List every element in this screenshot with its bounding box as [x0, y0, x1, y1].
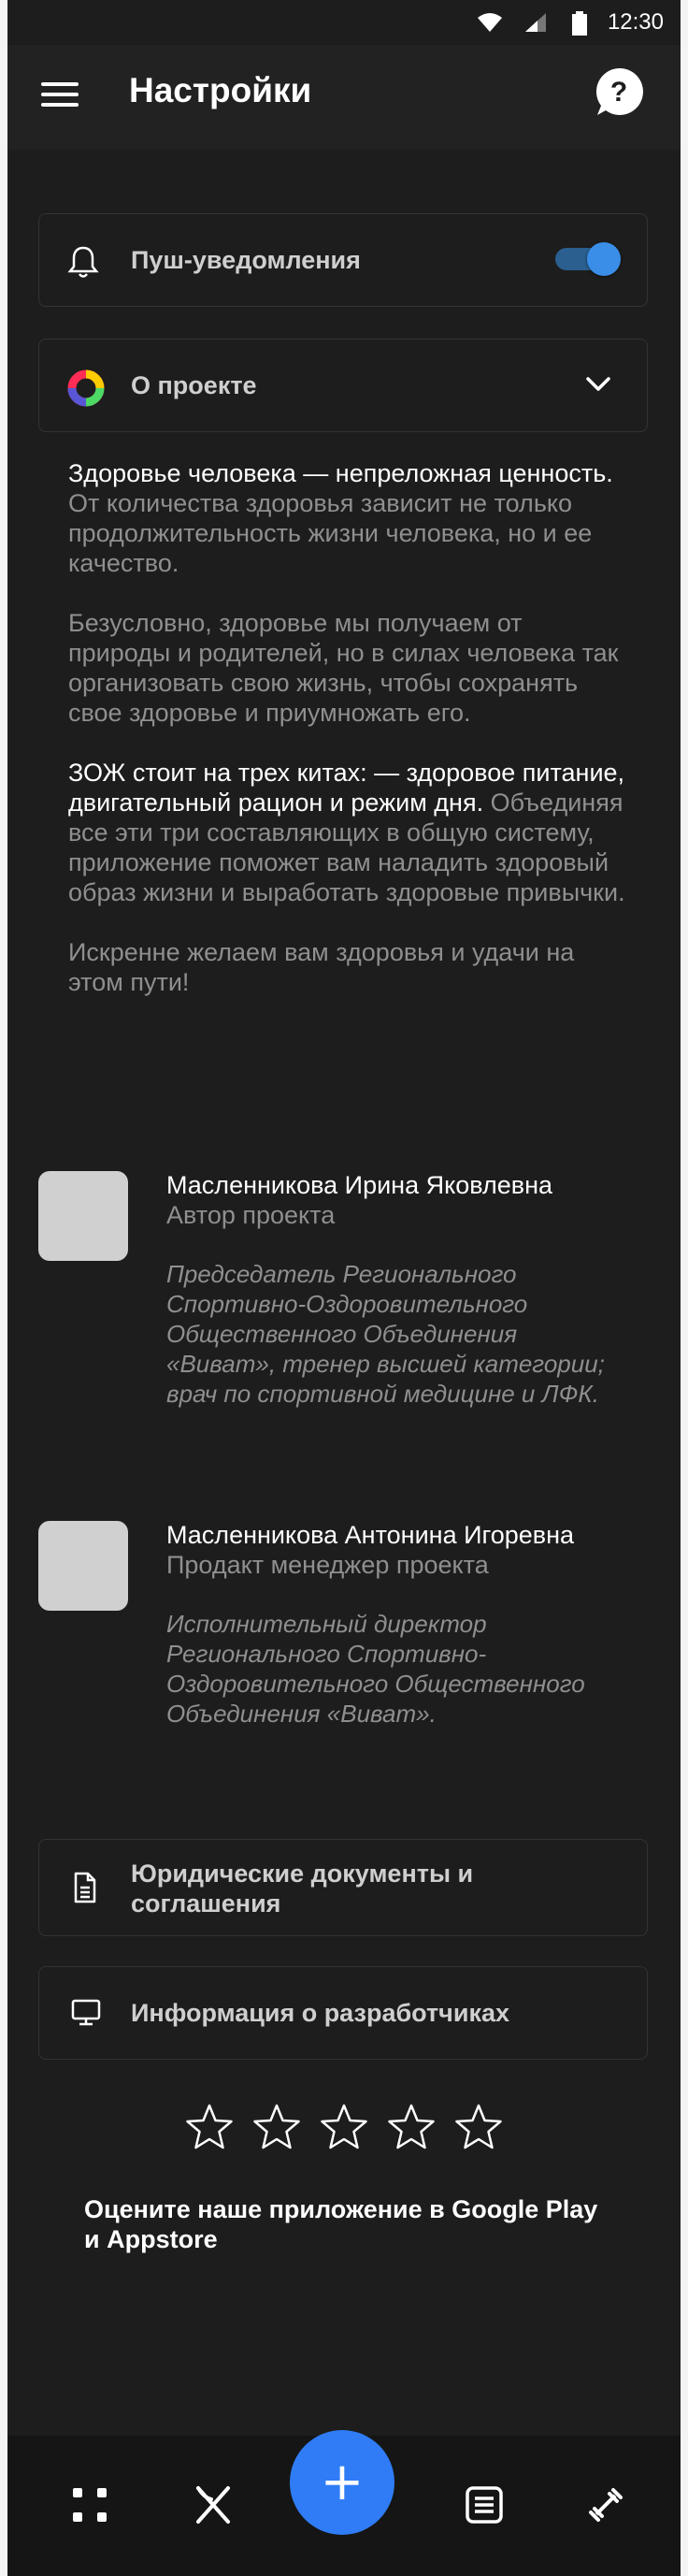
- dumbbell-icon[interactable]: [583, 2482, 628, 2527]
- status-bar: 12:30: [7, 0, 681, 45]
- wifi-icon: [478, 13, 502, 32]
- avatar: [38, 1521, 128, 1611]
- bell-icon: [67, 246, 99, 278]
- signal-icon: [525, 13, 546, 32]
- team-member-name: Масленникова Антонина Игоревна: [166, 1521, 575, 1549]
- push-notifications-row[interactable]: Пуш-уведомления: [38, 213, 648, 307]
- notes-icon[interactable]: [462, 2482, 507, 2527]
- help-icon[interactable]: ?: [593, 65, 645, 118]
- about-project-row[interactable]: О проекте: [38, 339, 648, 432]
- svg-text:?: ?: [610, 77, 627, 108]
- push-notifications-toggle[interactable]: [555, 242, 621, 276]
- team-member-description: Исполнительный директор Регионального Сп…: [166, 1610, 585, 1728]
- about-text: Здоровье человека — непреложная ценность…: [68, 458, 629, 1027]
- status-time: 12:30: [607, 9, 664, 35]
- developers-info-label: Информация о разработчиках: [131, 1999, 509, 2027]
- team-member-description: Председатель Регионального Спортивно-Озд…: [166, 1260, 605, 1408]
- add-button[interactable]: +: [290, 2430, 394, 2535]
- legal-documents-link[interactable]: Юридические документы и соглашения: [38, 1839, 648, 1936]
- developers-info-link[interactable]: Информация о разработчиках: [38, 1966, 648, 2060]
- hamburger-menu-icon[interactable]: [41, 82, 79, 112]
- star-icon[interactable]: [251, 2103, 302, 2153]
- document-icon: [74, 1872, 96, 1903]
- phone-screen: 12:30 Настройки ? Пуш-уведомления О прое…: [7, 0, 681, 2576]
- add-icon: +: [320, 2452, 365, 2512]
- monitor-icon: [71, 1999, 101, 2026]
- about-paragraph-4: Искренне желаем вам здоровья и удачи на …: [68, 938, 575, 996]
- rating-stars: [7, 2103, 681, 2159]
- grid-icon[interactable]: [67, 2482, 112, 2527]
- about-project-label: О проекте: [131, 371, 257, 399]
- star-icon[interactable]: [319, 2103, 369, 2153]
- avatar: [38, 1171, 128, 1261]
- push-notifications-label: Пуш-уведомления: [131, 246, 361, 274]
- app-bar: Настройки ?: [7, 45, 681, 150]
- team-member-role: Автор проекта: [166, 1201, 336, 1229]
- rating-prompt: Оцените наше приложение в Google Play и …: [84, 2195, 598, 2253]
- legal-documents-label: Юридические документы и соглашения: [131, 1860, 474, 1918]
- team-member-name: Масленникова Ирина Яковлевна: [166, 1171, 553, 1199]
- star-icon[interactable]: [453, 2103, 504, 2153]
- about-paragraph-1: Здоровье человека — непреложная ценность…: [68, 459, 613, 577]
- chevron-down-icon[interactable]: [585, 375, 611, 394]
- fork-knife-icon[interactable]: [191, 2482, 236, 2527]
- about-paragraph-3: ЗОЖ стоит на трех китах: — здоровое пита…: [68, 759, 625, 906]
- team-member-role: Продакт менеджер проекта: [166, 1551, 489, 1579]
- about-paragraph-2: Безусловно, здоровье мы получаем от прир…: [68, 609, 619, 727]
- project-logo-icon: [67, 369, 105, 407]
- star-icon[interactable]: [386, 2103, 437, 2153]
- star-icon[interactable]: [184, 2103, 235, 2153]
- battery-icon: [572, 11, 587, 36]
- page-title: Настройки: [129, 71, 312, 109]
